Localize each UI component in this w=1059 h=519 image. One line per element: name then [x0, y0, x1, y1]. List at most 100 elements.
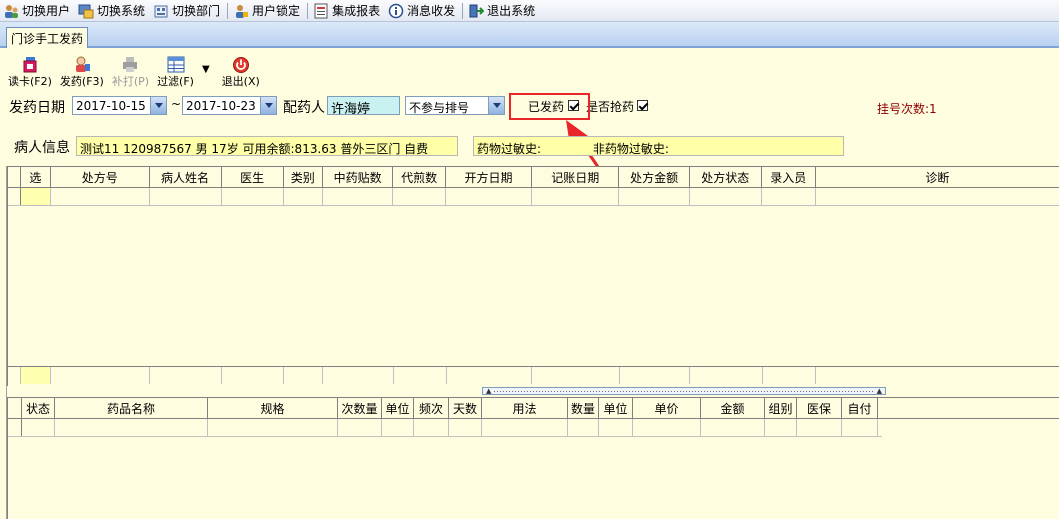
table-cell[interactable] [765, 419, 797, 436]
table-cell[interactable] [842, 419, 878, 436]
table-cell[interactable] [633, 419, 701, 436]
col-prescription-no[interactable]: 处方号 [51, 167, 150, 187]
exit-button[interactable]: 退出(X) [222, 50, 260, 89]
footer-cell [447, 367, 533, 384]
col-prescription-status[interactable]: 处方状态 [690, 167, 762, 187]
table-cell[interactable] [446, 188, 532, 205]
table-cell[interactable] [150, 188, 222, 205]
pharmacist-input[interactable]: 许海婷 [327, 96, 400, 117]
menu-user-lock[interactable]: 用户锁定 [230, 1, 305, 21]
table-cell[interactable] [690, 188, 762, 205]
left-edge [0, 166, 7, 519]
table-cell[interactable] [816, 188, 1059, 205]
prescription-grid-footer [8, 366, 1059, 384]
col-prescribe-date[interactable]: 开方日期 [446, 167, 532, 187]
table-row[interactable] [8, 188, 1059, 206]
menu-switch-user[interactable]: 切换用户 [0, 1, 75, 21]
col-per-dose-qty[interactable]: 次数量 [338, 398, 382, 418]
table-cell[interactable] [762, 188, 816, 205]
table-cell[interactable] [55, 419, 208, 436]
table-cell[interactable] [449, 419, 482, 436]
table-cell[interactable] [414, 419, 449, 436]
menu-switch-department[interactable]: 切换部门 [150, 1, 225, 21]
col-medicine-name[interactable]: 药品名称 [55, 398, 208, 418]
table-cell[interactable] [393, 188, 447, 205]
table-cell[interactable] [482, 419, 568, 436]
col-amount[interactable]: 金额 [701, 398, 765, 418]
table-row[interactable] [8, 419, 882, 437]
tab-outpatient-manual-dispense[interactable]: 门诊手工发药 [6, 27, 89, 48]
register-count: 挂号次数:1 [877, 102, 937, 116]
grab-medicine-checkbox[interactable] [637, 100, 648, 111]
table-cell[interactable] [208, 419, 338, 436]
table-cell[interactable] [701, 419, 765, 436]
table-cell[interactable] [51, 188, 150, 205]
table-cell[interactable] [797, 419, 842, 436]
menu-switch-department-label: 切换部门 [172, 4, 221, 18]
annotation-highlight-box [509, 93, 590, 120]
table-cell[interactable] [568, 419, 599, 436]
col-entry-clerk[interactable]: 录入员 [762, 167, 816, 187]
date-from-picker[interactable]: 2017-10-15 [72, 96, 167, 115]
row-indicator[interactable] [8, 419, 22, 436]
col-doctor[interactable]: 医生 [222, 167, 284, 187]
footer-cell [150, 367, 222, 384]
menu-switch-system[interactable]: 切换系统 [75, 1, 150, 21]
table-cell[interactable] [284, 188, 323, 205]
table-cell[interactable] [382, 419, 414, 436]
row-indicator-header [8, 167, 21, 187]
col-specification[interactable]: 规格 [208, 398, 338, 418]
menu-reports[interactable]: 集成报表 [310, 1, 385, 21]
reprint-button[interactable]: 补打(P) [112, 50, 149, 89]
col-usage[interactable]: 用法 [482, 398, 568, 418]
row-indicator[interactable] [8, 188, 21, 205]
col-days[interactable]: 天数 [449, 398, 482, 418]
table-cell[interactable] [338, 419, 382, 436]
filter-button[interactable]: 过滤(F) [157, 50, 194, 89]
col-category[interactable]: 类别 [284, 167, 323, 187]
col-diagnosis[interactable]: 诊断 [816, 167, 1059, 187]
panel-splitter[interactable]: ▲ ▲ [482, 387, 886, 395]
col-frequency[interactable]: 频次 [414, 398, 449, 418]
filter-dropdown-arrow-icon[interactable]: ▼ [202, 64, 210, 75]
col-status[interactable]: 状态 [22, 398, 55, 418]
date-from-dropdown-icon[interactable] [150, 97, 166, 114]
table-cell[interactable] [532, 188, 620, 205]
col-patient-name[interactable]: 病人姓名 [150, 167, 222, 187]
menu-exit-system[interactable]: 退出系统 [465, 1, 540, 21]
menu-messages[interactable]: 消息收发 [385, 1, 460, 21]
date-to-picker[interactable]: 2017-10-23 [182, 96, 277, 115]
date-to-value: 2017-10-23 [186, 99, 256, 113]
collapse-down-icon[interactable]: ▲ [877, 387, 882, 395]
col-unit[interactable]: 单位 [599, 398, 633, 418]
col-herbal-doses[interactable]: 中药贴数 [323, 167, 394, 187]
col-billing-date[interactable]: 记账日期 [532, 167, 620, 187]
col-quantity[interactable]: 数量 [568, 398, 599, 418]
table-cell[interactable] [599, 419, 633, 436]
table-cell[interactable] [619, 188, 690, 205]
report-icon [313, 3, 329, 19]
col-unit-price[interactable]: 单价 [633, 398, 701, 418]
table-cell[interactable] [323, 188, 394, 205]
col-select[interactable]: 选 [21, 167, 51, 187]
menu-separator [227, 2, 229, 19]
read-card-button[interactable]: 读卡(F2) [8, 50, 52, 89]
date-to-dropdown-icon[interactable] [260, 97, 276, 114]
col-dose-unit[interactable]: 单位 [382, 398, 414, 418]
pharmacist-label: 配药人 [283, 100, 325, 116]
exit-system-icon [468, 3, 485, 19]
col-group[interactable]: 组别 [765, 398, 797, 418]
dispense-button[interactable]: 发药(F3) [60, 50, 104, 89]
col-decoction-count[interactable]: 代煎数 [393, 167, 447, 187]
queue-dropdown-icon[interactable] [488, 97, 504, 114]
col-prescription-amount[interactable]: 处方金额 [619, 167, 690, 187]
table-cell[interactable] [222, 188, 284, 205]
menu-reports-label: 集成报表 [332, 4, 381, 18]
table-cell[interactable] [22, 419, 55, 436]
select-cell[interactable] [20, 188, 51, 205]
collapse-up-icon[interactable]: ▲ [486, 387, 491, 395]
col-insurance[interactable]: 医保 [797, 398, 842, 418]
queue-select[interactable]: 不参与排号 [405, 96, 505, 115]
menu-exit-system-label: 退出系统 [487, 4, 536, 18]
col-self-pay[interactable]: 自付 [842, 398, 878, 418]
